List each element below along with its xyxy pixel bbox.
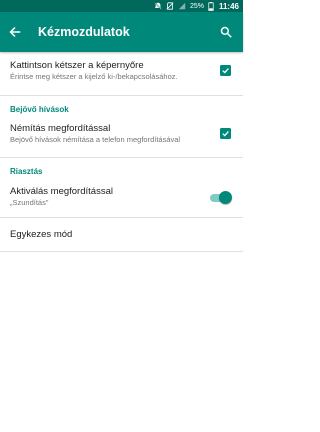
status-bar: 25% 11:46: [0, 0, 243, 12]
pref-summary: Érintse meg kétszer a kijelző ki-/bekapc…: [10, 72, 178, 81]
pref-summary: „Szundítás”: [10, 198, 49, 207]
pref-mute-flip[interactable]: Némítás megfordítással Bejövő hívások né…: [0, 114, 243, 157]
double-tap-checkbox[interactable]: [220, 65, 231, 76]
silent-mode-icon: [154, 2, 162, 10]
battery-icon: [208, 1, 214, 11]
activate-flip-toggle[interactable]: [209, 191, 233, 205]
pref-summary: Bejövő hívások némítása a telefon megfor…: [10, 135, 181, 144]
signal-icon: [178, 2, 186, 10]
settings-list: Kattintson kétszer a képernyőre Érintse …: [0, 52, 243, 252]
clock: 11:46: [218, 1, 239, 11]
arrow-back-icon[interactable]: [9, 25, 23, 39]
pref-title: Egykezes mód: [10, 229, 73, 240]
battery-percent: 25%: [189, 2, 204, 10]
pref-title: Aktiválás megfordítással: [10, 186, 113, 197]
pref-one-hand-mode[interactable]: Egykezes mód: [0, 218, 243, 248]
toggle-thumb: [219, 191, 232, 204]
divider: [0, 251, 243, 252]
category-incoming-calls: Bejövő hívások: [10, 105, 69, 114]
pref-title: Némítás megfordítással: [10, 123, 111, 134]
mute-flip-checkbox[interactable]: [220, 128, 231, 139]
pref-double-tap[interactable]: Kattintson kétszer a képernyőre Érintse …: [0, 52, 243, 95]
app-bar: Kézmozdulatok: [0, 12, 243, 52]
search-icon[interactable]: [220, 25, 234, 39]
page-title: Kézmozdulatok: [38, 25, 130, 39]
category-alarm: Riasztás: [10, 167, 43, 176]
no-sim-icon: [166, 2, 174, 10]
pref-activate-flip[interactable]: Aktiválás megfordítással „Szundítás”: [0, 176, 243, 217]
pref-title: Kattintson kétszer a képernyőre: [10, 60, 144, 71]
